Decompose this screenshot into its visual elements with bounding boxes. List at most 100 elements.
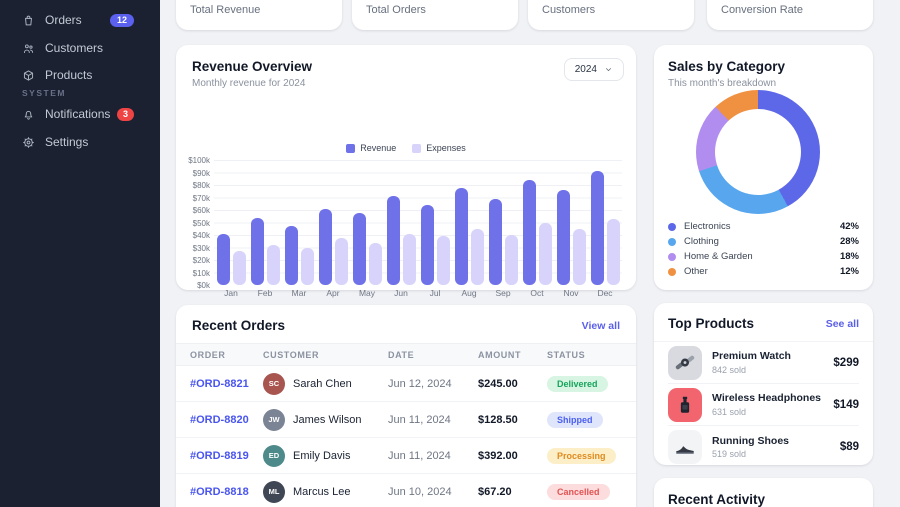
- stat-card-total-revenue: Total Revenue: [176, 0, 342, 30]
- category-label: Electronics: [684, 221, 731, 232]
- category-percent: 12%: [839, 266, 859, 277]
- legend-label: Revenue: [360, 143, 397, 153]
- revenue-bar-nov[interactable]: [556, 190, 570, 285]
- year-select[interactable]: 2024: [563, 58, 624, 81]
- product-sold-count: 842 sold: [712, 364, 747, 375]
- revenue-bar-sep[interactable]: [488, 198, 502, 285]
- table-row[interactable]: #ORD-8820 JW James Wilson Jun 11, 2024 $128.…: [176, 402, 636, 438]
- stat-card-conversion-rate: Conversion Rate: [707, 0, 873, 30]
- product-info: Premium Watch 842 sold: [712, 350, 791, 374]
- customer-cell: ML Marcus Lee: [263, 480, 388, 503]
- status-cell: Processing: [547, 447, 636, 464]
- top-products-header: Top Products See all: [654, 303, 873, 342]
- revenue-bar-feb[interactable]: [250, 217, 264, 285]
- expenses-bar-jun[interactable]: [402, 233, 416, 285]
- product-item[interactable]: Running Shoes 519 sold $89: [668, 426, 859, 468]
- product-sold-count: 519 sold: [712, 449, 747, 460]
- sidebar-item-products[interactable]: Products: [0, 63, 160, 87]
- revenue-bar-dec[interactable]: [590, 171, 604, 285]
- product-name: Running Shoes: [712, 434, 789, 447]
- bar-group-sep: [486, 160, 520, 285]
- avatar: ML: [263, 480, 285, 503]
- view-all-link[interactable]: View all: [582, 320, 620, 332]
- bar-group-feb: [248, 160, 282, 285]
- product-name: Premium Watch: [712, 350, 791, 363]
- stat-card-label: Total Revenue: [190, 4, 261, 16]
- y-tick-label: $20k: [192, 256, 210, 265]
- avatar: SC: [263, 372, 285, 395]
- expenses-bar-sep[interactable]: [504, 235, 518, 285]
- revenue-bar-mar[interactable]: [284, 226, 298, 285]
- sales-by-category-card: Sales by Category This month's breakdown…: [654, 45, 873, 290]
- expenses-bar-jan[interactable]: [232, 251, 246, 285]
- revenue-bar-oct[interactable]: [522, 180, 536, 285]
- gear-icon: [23, 136, 34, 148]
- expenses-bar-dec[interactable]: [606, 218, 620, 285]
- expenses-bar-apr[interactable]: [334, 237, 348, 285]
- expenses-bar-jul[interactable]: [436, 236, 450, 285]
- sidebar-item-customers[interactable]: Customers: [0, 36, 160, 60]
- sidebar: Orders 12 Customers Products SYSTEM Notific…: [0, 0, 160, 507]
- expenses-bar-aug[interactable]: [470, 228, 484, 285]
- status-badge: Processing: [547, 447, 616, 464]
- bar-group-apr: [316, 160, 350, 285]
- sidebar-item-notifications[interactable]: Notifications 3: [0, 102, 160, 126]
- revenue-bar-jun[interactable]: [386, 196, 400, 285]
- product-item[interactable]: Wireless Headphones 631 sold $149: [668, 384, 859, 426]
- legend-swatch: [346, 143, 356, 153]
- sidebar-item-label: Orders: [45, 13, 82, 27]
- table-row[interactable]: #ORD-8818 ML Marcus Lee Jun 10, 2024 $67.20 C…: [176, 474, 636, 507]
- top-products-card: Top Products See all Premium Watch 842 so…: [654, 303, 873, 465]
- revenue-bar-may[interactable]: [352, 212, 366, 285]
- expenses-bar-feb[interactable]: [266, 245, 280, 285]
- product-price: $299: [833, 356, 859, 369]
- order-id-link[interactable]: #ORD-8820: [176, 414, 263, 426]
- recent-orders-header: Recent Orders View all: [176, 305, 636, 343]
- bar-group-jan: [214, 160, 248, 285]
- expenses-bar-mar[interactable]: [300, 247, 314, 285]
- product-thumbnail: [668, 430, 702, 464]
- customer-name: Sarah Chen: [293, 377, 352, 390]
- y-tick-label: $70k: [192, 193, 210, 203]
- revenue-bar-aug[interactable]: [454, 187, 468, 285]
- revenue-overview-header: Revenue Overview Monthly revenue for 202…: [192, 59, 312, 89]
- revenue-bar-apr[interactable]: [318, 208, 332, 285]
- sidebar-item-orders[interactable]: Orders 12: [0, 8, 160, 32]
- table-row[interactable]: #ORD-8819 ED Emily Davis Jun 11, 2024 $392.0…: [176, 438, 636, 474]
- expenses-bar-may[interactable]: [368, 242, 382, 285]
- watch-icon: [675, 355, 695, 369]
- x-tick-label: Jul: [429, 288, 441, 298]
- order-amount: $67.20: [478, 485, 512, 498]
- bar-group-may: [350, 160, 384, 285]
- order-date: Jun 10, 2024: [388, 485, 452, 498]
- expenses-bar-oct[interactable]: [538, 222, 552, 285]
- stat-card-total-orders: Total Orders: [352, 0, 518, 30]
- order-id-link[interactable]: #ORD-8821: [176, 378, 263, 390]
- revenue-bar-jan[interactable]: [216, 233, 230, 285]
- x-tick-label: May: [358, 288, 376, 298]
- column-header-amount: AMOUNT: [478, 349, 522, 360]
- order-id-link[interactable]: #ORD-8819: [176, 450, 263, 462]
- category-percent: 42%: [839, 221, 859, 232]
- shoe-icon: [676, 446, 694, 454]
- category-legend-row: Home & Garden 18%: [668, 249, 859, 264]
- table-row[interactable]: #ORD-8821 SC Sarah Chen Jun 12, 2024 $245.00…: [176, 366, 636, 402]
- donut-chart-hole: [715, 109, 801, 195]
- status-badge: Shipped: [547, 411, 603, 428]
- sales-by-category-title: Sales by Category: [668, 59, 786, 74]
- expenses-bar-nov[interactable]: [572, 228, 586, 285]
- y-tick-label: $10k: [192, 268, 210, 278]
- y-tick-label: $0k: [197, 281, 210, 290]
- revenue-bar-jul[interactable]: [420, 205, 434, 285]
- column-header-status: STATUS: [547, 349, 586, 360]
- bar-group-dec: [588, 160, 622, 285]
- category-dot: [668, 222, 676, 231]
- category-legend-row: Clothing 28%: [668, 234, 859, 249]
- order-id-link[interactable]: #ORD-8818: [176, 486, 263, 498]
- recent-orders-title: Recent Orders: [192, 318, 286, 333]
- see-all-link[interactable]: See all: [826, 318, 859, 330]
- sidebar-item-settings[interactable]: Settings: [0, 130, 160, 154]
- product-item[interactable]: Premium Watch 842 sold $299: [668, 342, 859, 384]
- y-tick-label: $90k: [192, 168, 210, 178]
- customer-name: Emily Davis: [293, 449, 351, 462]
